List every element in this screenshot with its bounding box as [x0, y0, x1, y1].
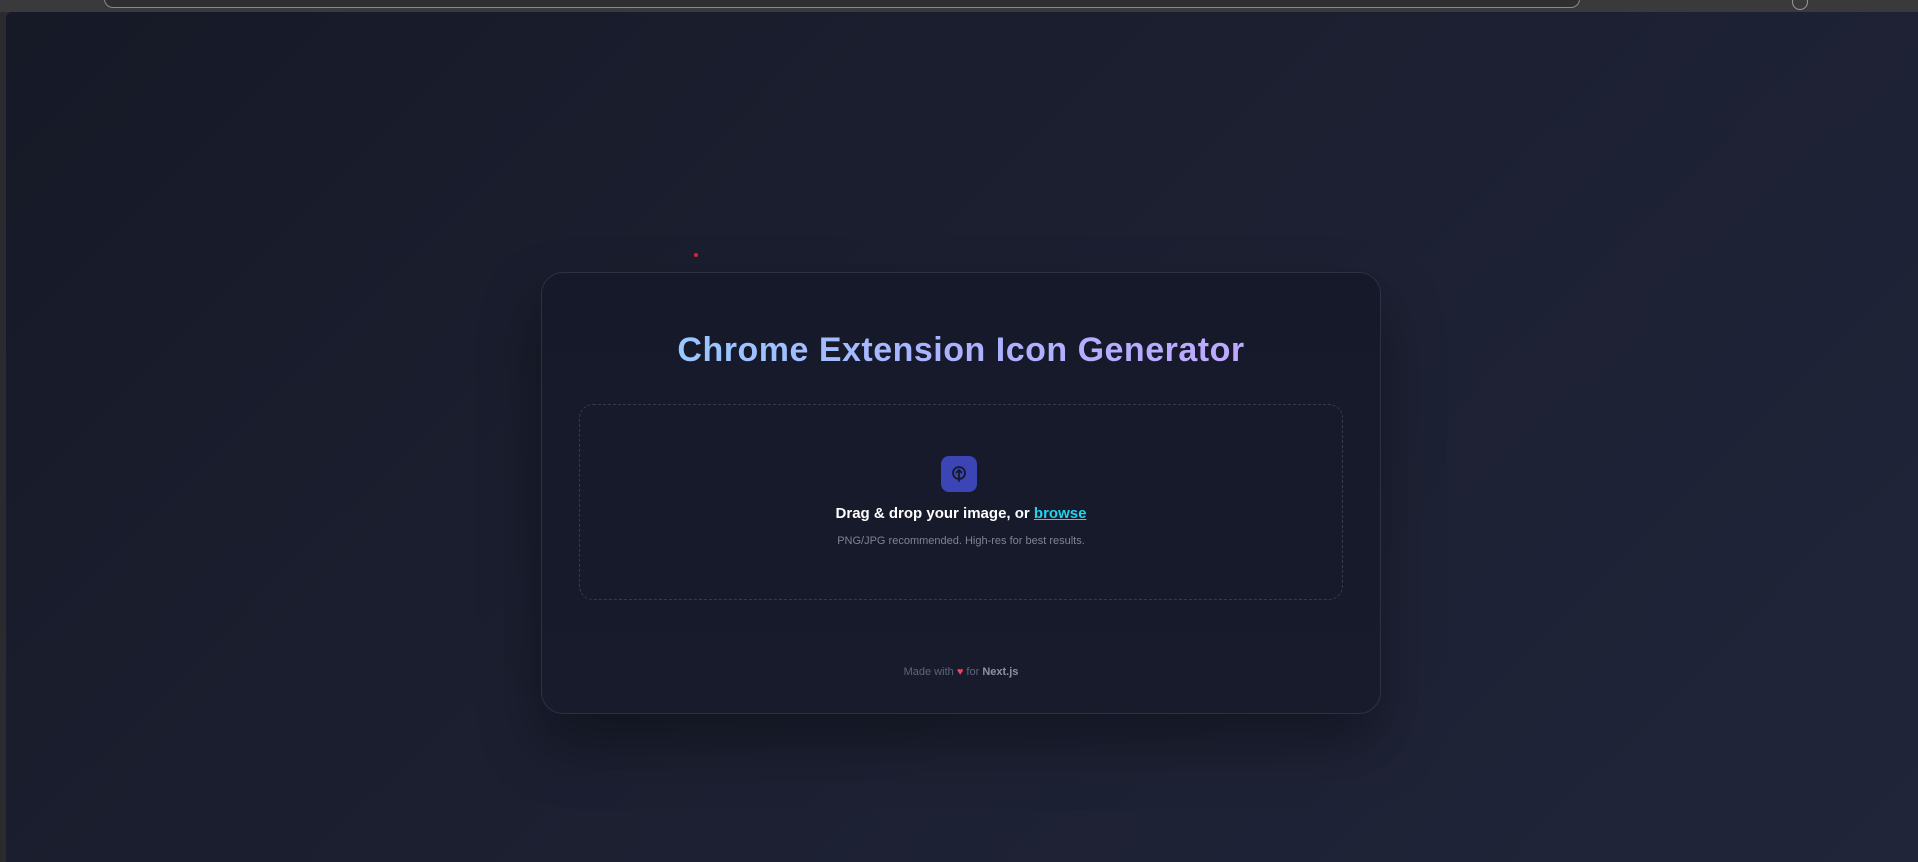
generator-card: Chrome Extension Icon Generator Drag & d… — [541, 272, 1381, 714]
heart-icon: ♥ — [956, 666, 964, 678]
mouse-cursor-indicator — [694, 253, 698, 257]
page-viewport: Chrome Extension Icon Generator Drag & d… — [6, 12, 1918, 862]
upload-icon[interactable] — [941, 456, 977, 492]
browse-link[interactable]: browse — [1034, 505, 1087, 522]
dropzone-prompt-text: Drag & drop your image, or — [835, 505, 1030, 522]
address-bar[interactable] — [104, 0, 1580, 8]
footer-for: for — [966, 666, 980, 678]
profile-icon[interactable] — [1792, 0, 1808, 10]
image-dropzone[interactable]: Drag & drop your image, or browse PNG/JP… — [579, 404, 1343, 600]
dropzone-prompt: Drag & drop your image, or browse — [580, 505, 1342, 522]
footer-brand: Next.js — [982, 666, 1019, 678]
upload-glyph-icon — [952, 466, 966, 482]
browser-toolbar — [0, 0, 1918, 12]
page-title: Chrome Extension Icon Generator — [542, 331, 1380, 370]
footer-made-with: Made with — [903, 666, 954, 678]
dropzone-hint: PNG/JPG recommended. High-res for best r… — [837, 535, 1085, 547]
footer: Made with ♥ for Next.js — [542, 666, 1380, 678]
